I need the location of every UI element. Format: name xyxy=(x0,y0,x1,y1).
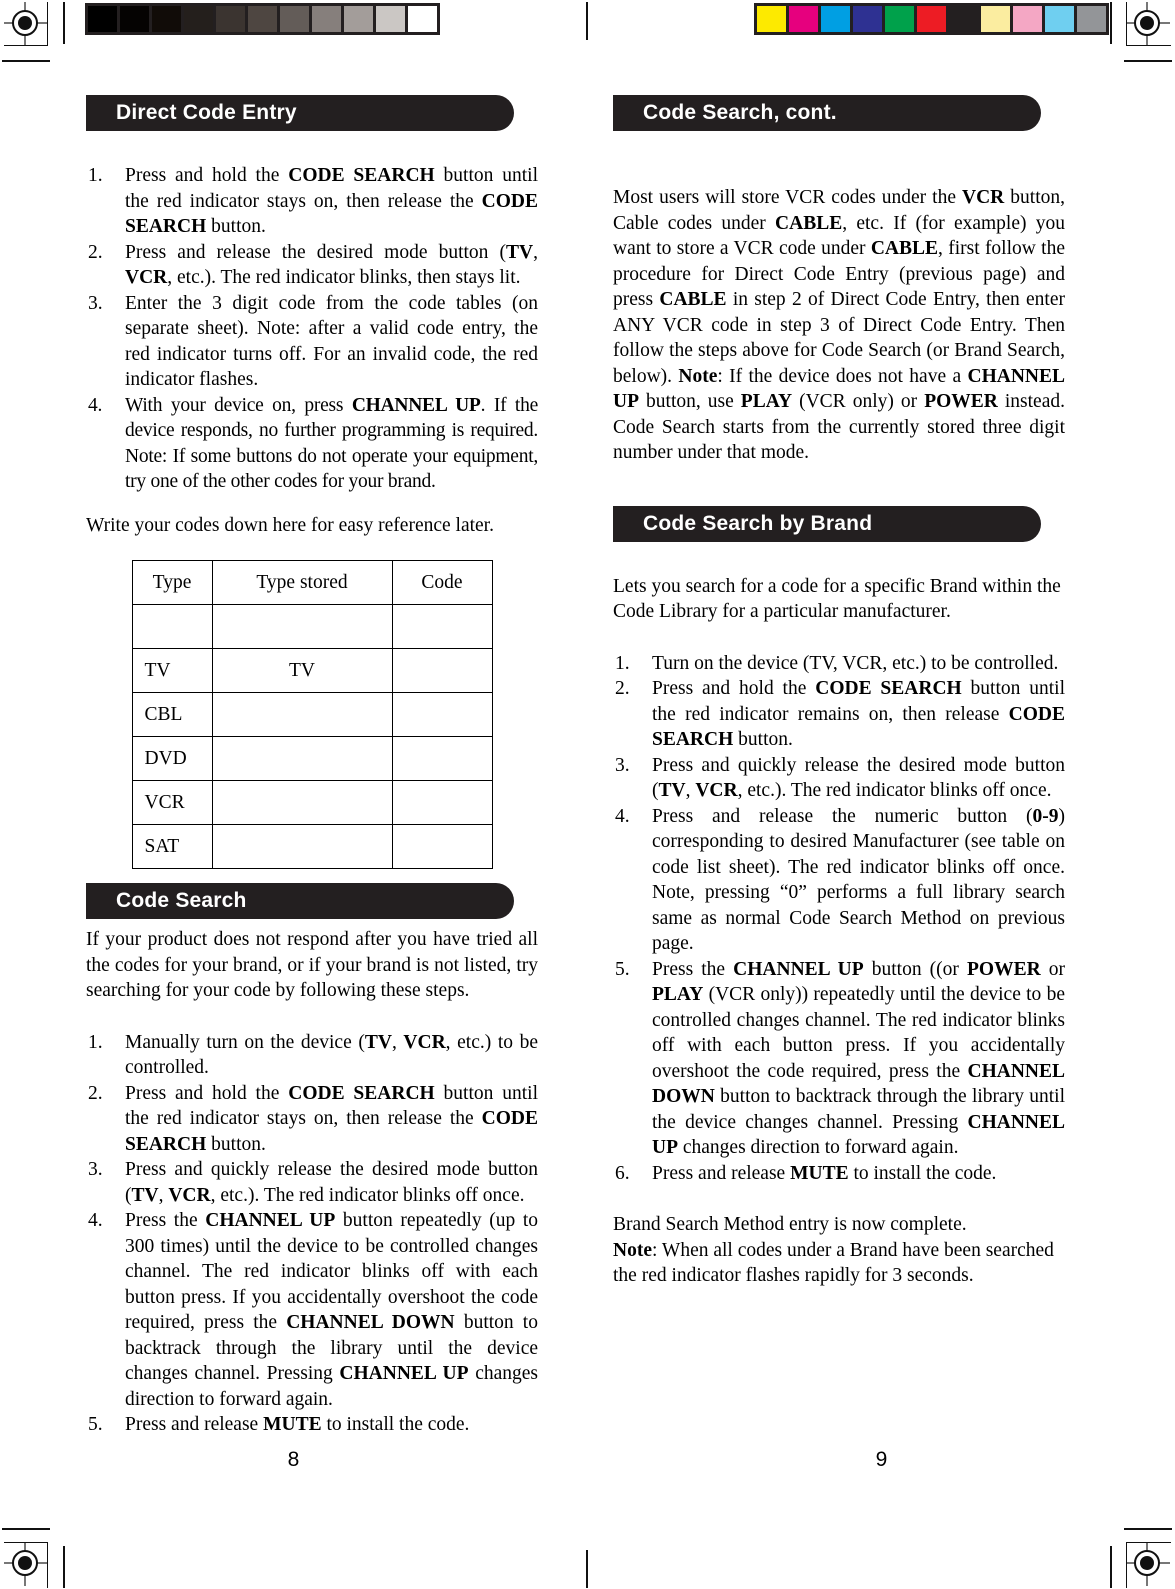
write-codes-note: Write your codes down here for easy refe… xyxy=(86,514,494,536)
step-text: Press and quickly release the desired mo… xyxy=(652,754,1065,802)
table-row: DVD xyxy=(131,736,493,781)
code-search-cont-paragraph: Most users will store VCR codes under th… xyxy=(613,187,1065,463)
table-cell-type[interactable]: CBL xyxy=(131,692,213,737)
table-cell-type[interactable]: TV xyxy=(131,648,213,693)
table-cell-type[interactable]: VCR xyxy=(131,780,213,825)
table-row: VCR xyxy=(131,780,493,825)
code-record-table: Type Type stored Code TV TV CBL DVD VCR … xyxy=(131,560,493,869)
step-number: 2. xyxy=(615,678,630,699)
step-item: 6. Press and release MUTE to install the… xyxy=(613,1161,1065,1187)
table-cell-type[interactable]: DVD xyxy=(131,736,213,781)
table-cell-code[interactable] xyxy=(391,824,493,869)
step-text: Press the CHANNEL UP button ((or POWER o… xyxy=(652,958,1065,1159)
step-item: 2. Press and hold the CODE SEARCH button… xyxy=(613,676,1065,753)
page-spread: Direct Code Entry 1. Press and hold the … xyxy=(0,0,1175,1589)
step-item: 1. Press and hold the CODE SEARCH button… xyxy=(86,163,538,240)
table-cell-type-stored[interactable] xyxy=(211,824,393,869)
step-text: With your device on, press CHANNEL UP. I… xyxy=(125,394,538,493)
code-search-intro: If your product does not respond after y… xyxy=(86,929,538,1001)
step-item: 1. Manually turn on the device (TV, VCR,… xyxy=(86,1030,538,1081)
table-cell-type[interactable]: SAT xyxy=(131,824,213,869)
section-heading-code-search-cont: Code Search, cont. xyxy=(613,95,1041,131)
step-number: 6. xyxy=(615,1162,630,1184)
table-cell-code[interactable] xyxy=(391,692,493,737)
step-number: 3. xyxy=(615,754,630,776)
step-text: Manually turn on the device (TV, VCR, et… xyxy=(125,1031,539,1079)
page-left: Direct Code Entry 1. Press and hold the … xyxy=(0,0,587,1589)
step-item: 2. Press and hold the CODE SEARCH button… xyxy=(86,1081,538,1158)
table-cell-code[interactable] xyxy=(391,648,493,693)
table-cell-type-stored[interactable] xyxy=(211,692,393,737)
page-number-right: 9 xyxy=(875,1448,888,1471)
step-item: 2. Press and release the desired mode bu… xyxy=(86,240,538,291)
table-cell-code[interactable] xyxy=(391,736,493,781)
step-item: 4. With your device on, press CHANNEL UP… xyxy=(86,393,538,495)
section-heading-code-search: Code Search xyxy=(86,883,514,919)
step-text: Turn on the device (TV, VCR, etc.) to be… xyxy=(652,652,1059,674)
table-cell-code[interactable] xyxy=(391,780,493,825)
step-item: 3. Press and quickly release the desired… xyxy=(86,1157,538,1208)
section-heading-code-search-by-brand: Code Search by Brand xyxy=(613,505,1041,542)
table-cell-code[interactable] xyxy=(391,604,493,649)
step-number: 4. xyxy=(615,805,630,827)
code-search-by-brand-steps: 1. Turn on the device (TV, VCR, etc.) to… xyxy=(613,651,1065,1187)
step-item: 1. Turn on the device (TV, VCR, etc.) to… xyxy=(613,651,1065,677)
step-item: 5. Press the CHANNEL UP button ((or POWE… xyxy=(613,957,1065,1161)
step-number: 1. xyxy=(88,1031,103,1053)
table-header-cell: Type stored xyxy=(211,560,393,605)
page-number-left: 8 xyxy=(287,1448,300,1471)
step-text: Press and hold the CODE SEARCH button un… xyxy=(125,1082,538,1155)
step-number: 5. xyxy=(615,958,630,980)
step-text: Press and quickly release the desired mo… xyxy=(125,1159,538,1206)
step-number: 3. xyxy=(88,1159,103,1180)
step-number: 4. xyxy=(88,1210,103,1231)
step-text: Press and release MUTE to install the co… xyxy=(125,1414,470,1435)
step-text: Press and hold the CODE SEARCH button un… xyxy=(652,678,1065,750)
table-row: SAT xyxy=(131,824,493,869)
step-text: Press and hold the CODE SEARCH button un… xyxy=(125,165,538,237)
step-item: 3. Press and quickly release the desired… xyxy=(613,753,1065,804)
table-cell-type[interactable] xyxy=(131,604,213,649)
table-cell-type-stored[interactable] xyxy=(211,736,393,781)
step-item: 5. Press and release MUTE to install the… xyxy=(86,1412,538,1438)
table-row: CBL xyxy=(131,692,493,737)
brand-search-closing-note: Brand Search Method entry is now complet… xyxy=(613,1214,1054,1286)
step-number: 2. xyxy=(88,241,103,263)
table-cell-type-stored[interactable] xyxy=(211,604,393,649)
direct-code-entry-steps: 1. Press and hold the CODE SEARCH button… xyxy=(86,163,538,495)
step-number: 1. xyxy=(615,652,630,674)
step-number: 4. xyxy=(88,394,103,416)
step-item: 3. Enter the 3 digit code from the code … xyxy=(86,291,538,393)
table-row: TV TV xyxy=(131,648,493,693)
step-text: Press the CHANNEL UP button repeatedly (… xyxy=(125,1210,539,1410)
table-cell-type-stored[interactable]: TV xyxy=(211,648,393,693)
step-number: 2. xyxy=(88,1082,103,1104)
table-header-cell: Type xyxy=(131,560,213,605)
step-text: Press and release MUTE to install the co… xyxy=(652,1162,997,1184)
right-page-column: Code Search, cont. Most users will store… xyxy=(613,95,1065,1289)
step-number: 5. xyxy=(88,1414,103,1435)
table-cell-type-stored[interactable] xyxy=(211,780,393,825)
page-right: Code Search, cont. Most users will store… xyxy=(588,0,1175,1589)
code-search-by-brand-intro: Lets you search for a code for a specifi… xyxy=(613,575,1061,623)
section-heading-direct-code-entry: Direct Code Entry xyxy=(86,95,514,131)
step-item: 4. Press and release the numeric button … xyxy=(613,804,1065,957)
table-header-row: Type Type stored Code xyxy=(131,560,493,605)
table-row xyxy=(131,604,493,649)
step-number: 3. xyxy=(88,292,103,314)
left-page-column: Direct Code Entry 1. Press and hold the … xyxy=(86,95,538,1438)
table-header-cell: Code xyxy=(391,560,493,605)
step-item: 4. Press the CHANNEL UP button repeatedl… xyxy=(86,1208,538,1412)
step-text: Enter the 3 digit code from the code tab… xyxy=(125,292,538,391)
step-text: Press and release the numeric button (0-… xyxy=(652,805,1065,955)
step-text: Press and release the desired mode butto… xyxy=(125,241,538,289)
step-number: 1. xyxy=(88,165,103,186)
code-search-steps: 1. Manually turn on the device (TV, VCR,… xyxy=(86,1030,538,1438)
